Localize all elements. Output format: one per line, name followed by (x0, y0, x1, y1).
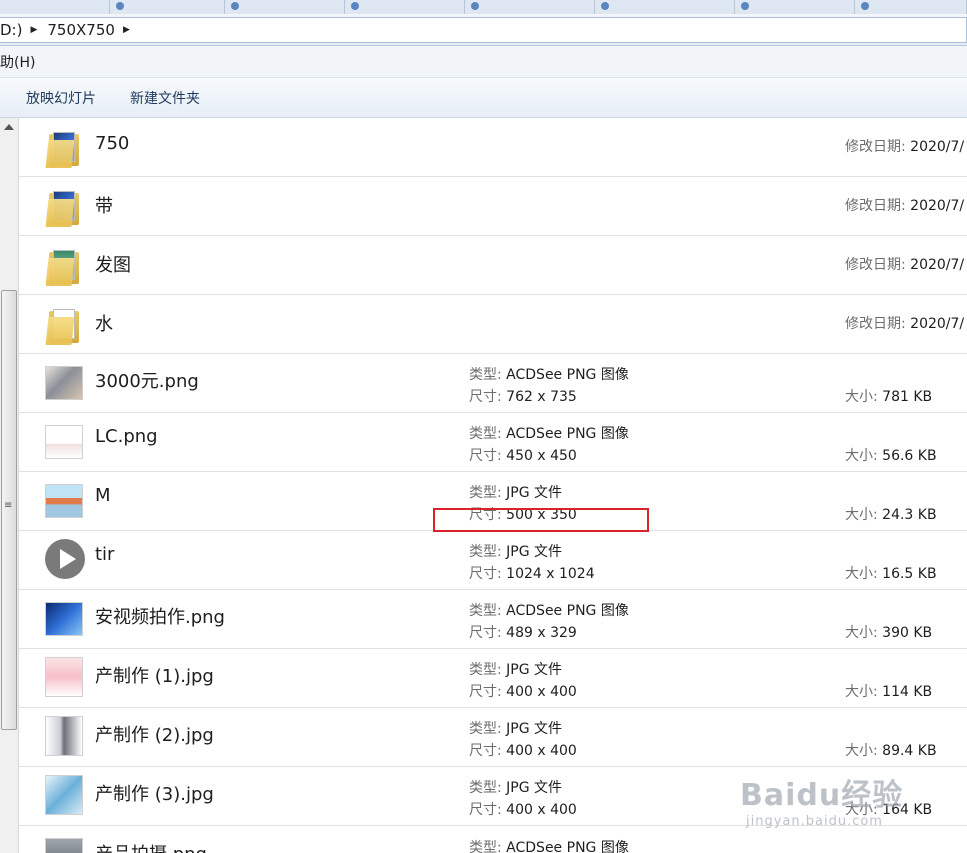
file-type: 类型: JPG 文件 (469, 780, 563, 796)
image-thumbnail (45, 366, 83, 400)
breadcrumb-arrow-icon[interactable]: ▶ (26, 25, 43, 35)
file-dimensions: 尺寸: 400 x 400 (469, 802, 577, 818)
file-name: 水 (95, 314, 113, 335)
vertical-scrollbar[interactable]: ≡ (0, 118, 19, 853)
file-size: 大小: 16.5 KB (845, 566, 937, 582)
folder-icon (45, 248, 83, 286)
file-name: M (95, 485, 111, 506)
app-icon (116, 2, 124, 10)
list-item[interactable]: 3000元.png 类型: ACDSee PNG 图像 尺寸: 762 x 73… (19, 354, 967, 413)
taskbar-tab[interactable] (855, 0, 967, 14)
file-name: 750 (95, 133, 130, 154)
list-item[interactable]: tir 类型: JPG 文件 尺寸: 1024 x 1024 大小: 16.5 … (19, 531, 967, 590)
image-thumbnail (45, 716, 83, 756)
slideshow-button[interactable]: 放映幻灯片 (26, 88, 96, 108)
taskbar-tab[interactable] (595, 0, 735, 14)
image-thumbnail (45, 425, 83, 459)
taskbar-strip (0, 0, 967, 14)
file-name: 安视频拍作.png (95, 607, 225, 628)
folder-icon (45, 307, 83, 345)
file-size: 大小: 114 KB (845, 684, 933, 700)
grip-icon: ≡ (4, 500, 13, 511)
highlight-box (433, 508, 649, 532)
address-bar: D:) ▶ 750X750 ▶ (0, 14, 967, 46)
taskbar-tab[interactable] (0, 0, 110, 14)
app-icon (351, 2, 359, 10)
app-icon (741, 2, 749, 10)
image-thumbnail (45, 602, 83, 636)
file-dimensions: 尺寸: 762 x 735 (469, 389, 577, 405)
file-type: 类型: JPG 文件 (469, 662, 563, 678)
file-size: 大小: 89.4 KB (845, 743, 937, 759)
file-size: 大小: 24.3 KB (845, 507, 937, 523)
file-type: 类型: ACDSee PNG 图像 (469, 603, 629, 619)
breadcrumb[interactable]: D:) ▶ 750X750 ▶ (0, 17, 967, 43)
play-icon (45, 539, 85, 579)
file-type: 类型: ACDSee PNG 图像 (469, 840, 629, 853)
taskbar-tab[interactable] (735, 0, 855, 14)
file-name: 产制作 (2).jpg (95, 725, 214, 746)
file-dimensions: 尺寸: 489 x 329 (469, 625, 577, 641)
folder-icon (45, 189, 83, 227)
list-item[interactable]: 安视频拍作.png 类型: ACDSee PNG 图像 尺寸: 489 x 32… (19, 590, 967, 649)
file-name: LC.png (95, 426, 158, 447)
file-type: 类型: JPG 文件 (469, 544, 563, 560)
list-item[interactable]: 产制作 (2).jpg 类型: JPG 文件 尺寸: 400 x 400 大小:… (19, 708, 967, 767)
file-name: 产品拍摄.png (95, 840, 207, 853)
modified-date: 修改日期: 2020/7/ (845, 316, 965, 332)
baidu-watermark: Baidu经验 jingyan.baidu.com (740, 770, 903, 829)
menu-bar: 帮助(H) (0, 46, 967, 78)
app-icon (471, 2, 479, 10)
image-thumbnail (45, 484, 83, 518)
file-type: 类型: ACDSee PNG 图像 (469, 426, 629, 442)
file-type: 类型: ACDSee PNG 图像 (469, 367, 629, 383)
watermark-logo: Baidu经验 (740, 778, 904, 813)
file-dimensions: 尺寸: 450 x 450 (469, 448, 577, 464)
file-list: 750 修改日期: 2020/7/ 带 修改日期: 2020/7/ 发图 修改日… (19, 118, 967, 853)
list-item[interactable]: 750 修改日期: 2020/7/ (19, 118, 967, 177)
file-size: 大小: 390 KB (845, 625, 933, 641)
watermark-url: jingyan.baidu.com (746, 814, 883, 829)
file-name: 产制作 (1).jpg (95, 666, 214, 687)
file-name: 3000元.png (95, 371, 199, 392)
file-dimensions: 尺寸: 400 x 400 (469, 743, 577, 759)
new-folder-button[interactable]: 新建文件夹 (130, 88, 200, 108)
command-toolbar: 放映幻灯片 新建文件夹 (0, 78, 967, 118)
file-dimensions: 尺寸: 1024 x 1024 (469, 566, 595, 582)
file-name: 产制作 (3).jpg (95, 784, 214, 805)
image-thumbnail (45, 838, 83, 853)
app-icon (861, 2, 869, 10)
taskbar-tab[interactable] (465, 0, 595, 14)
breadcrumb-arrow-icon[interactable]: ▶ (119, 25, 136, 35)
app-icon (231, 2, 239, 10)
list-item[interactable]: 发图 修改日期: 2020/7/ (19, 236, 967, 295)
list-item[interactable]: 水 修改日期: 2020/7/ (19, 295, 967, 354)
menu-help[interactable]: 帮助(H) (0, 52, 35, 72)
modified-date: 修改日期: 2020/7/ (845, 257, 965, 273)
image-thumbnail (45, 657, 83, 697)
file-size: 大小: 781 KB (845, 389, 933, 405)
breadcrumb-drive[interactable]: D:) (0, 21, 26, 39)
file-dimensions: 尺寸: 400 x 400 (469, 684, 577, 700)
file-name: 发图 (95, 255, 131, 276)
list-item[interactable]: LC.png 类型: ACDSee PNG 图像 尺寸: 450 x 450 大… (19, 413, 967, 472)
file-name: tir (95, 544, 115, 565)
modified-date: 修改日期: 2020/7/ (845, 198, 965, 214)
breadcrumb-folder[interactable]: 750X750 (43, 21, 119, 39)
file-type: 类型: JPG 文件 (469, 721, 563, 737)
list-item[interactable]: 带 修改日期: 2020/7/ (19, 177, 967, 236)
taskbar-tab[interactable] (345, 0, 465, 14)
file-type: 类型: JPG 文件 (469, 485, 563, 501)
list-item[interactable]: 产品拍摄.png 类型: ACDSee PNG 图像 (19, 826, 967, 853)
taskbar-tab[interactable] (110, 0, 225, 14)
file-name: 带 (95, 196, 113, 217)
image-thumbnail (45, 775, 83, 815)
taskbar-tab[interactable] (225, 0, 345, 14)
folder-icon (45, 130, 83, 168)
modified-date: 修改日期: 2020/7/ (845, 139, 965, 155)
app-icon (601, 2, 609, 10)
file-size: 大小: 56.6 KB (845, 448, 937, 464)
list-item[interactable]: 产制作 (1).jpg 类型: JPG 文件 尺寸: 400 x 400 大小:… (19, 649, 967, 708)
scroll-up-icon[interactable] (4, 124, 14, 130)
